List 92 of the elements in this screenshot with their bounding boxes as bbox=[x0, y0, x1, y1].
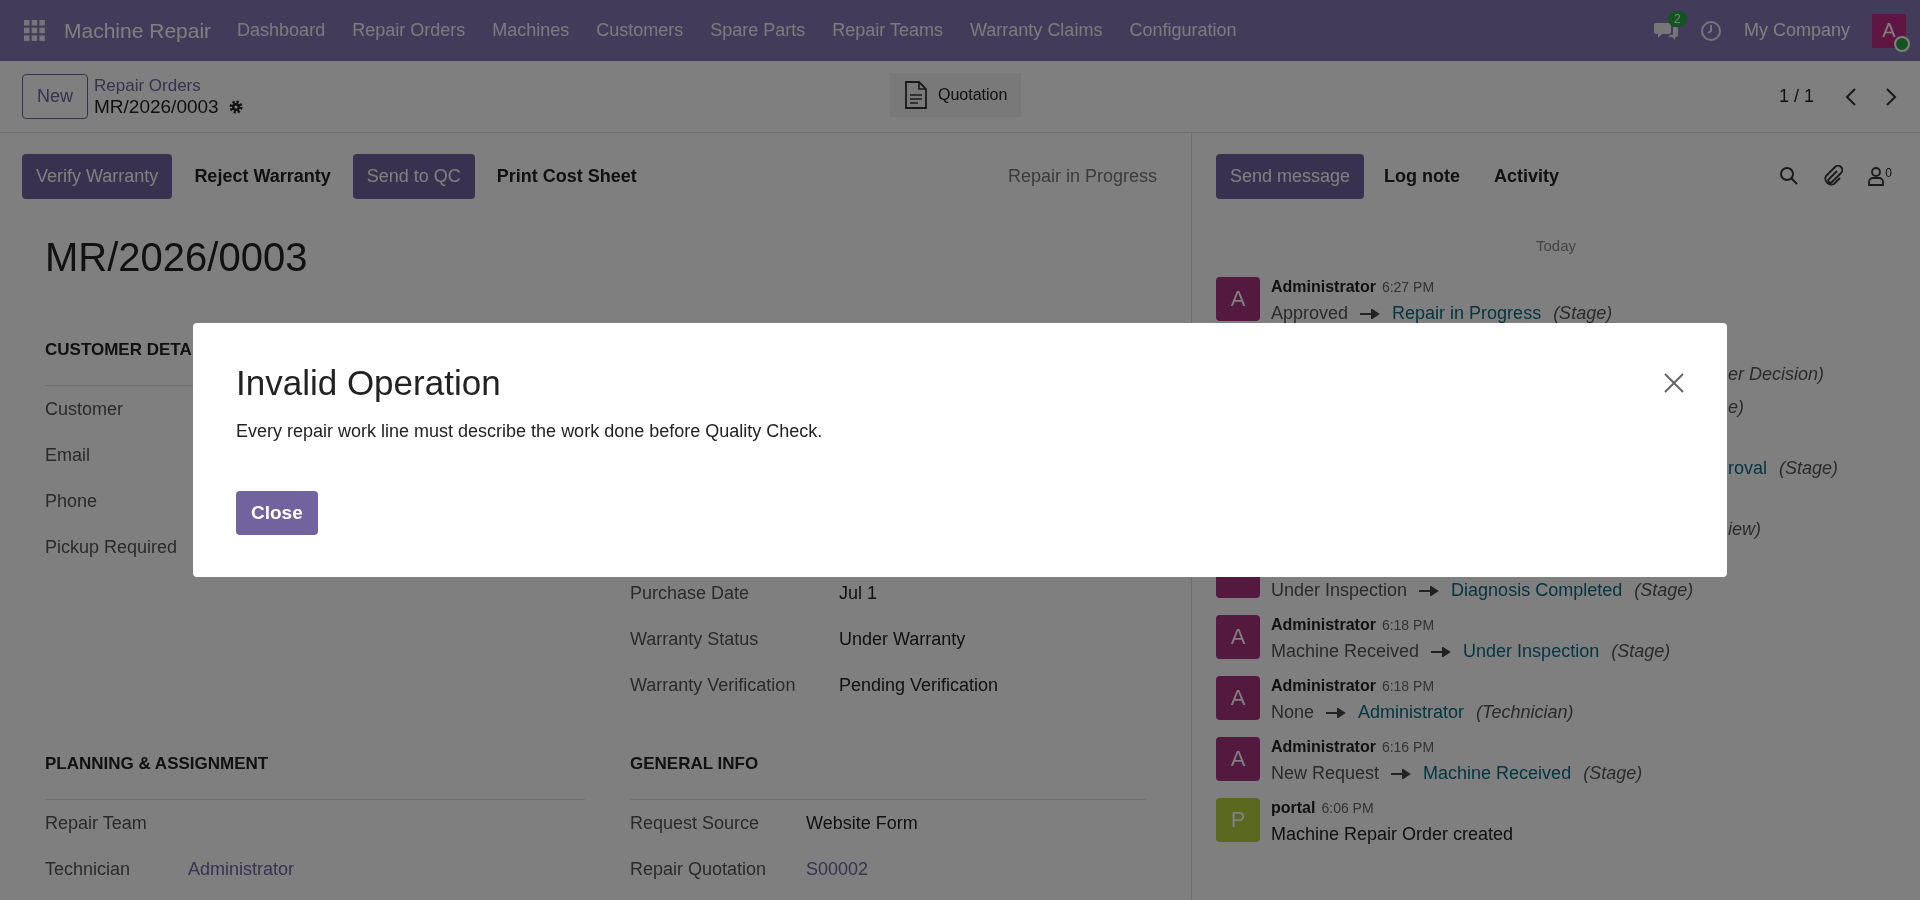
new-value: Repair in Progress bbox=[1392, 303, 1542, 324]
action-button[interactable]: Verify Warranty bbox=[22, 153, 173, 199]
old-value: Under Inspection bbox=[1271, 580, 1408, 601]
field-value[interactable]: S00002 bbox=[806, 858, 869, 880]
author-avatar[interactable]: A bbox=[1216, 277, 1260, 321]
field-label: Phone bbox=[45, 490, 99, 512]
field-label: Purchase Date bbox=[630, 582, 751, 604]
arrow-icon bbox=[1391, 768, 1412, 779]
field-label: Warranty Verification bbox=[630, 674, 797, 696]
message-count-badge: 2 bbox=[1667, 10, 1687, 27]
new-value: roval bbox=[1728, 458, 1767, 479]
field-name: (Stage) bbox=[1583, 763, 1643, 784]
message-time: 6:18 PM bbox=[1381, 617, 1435, 633]
close-icon[interactable] bbox=[1663, 372, 1685, 394]
chatter-button[interactable]: Log note bbox=[1370, 153, 1475, 199]
message-time: 6:16 PM bbox=[1381, 739, 1435, 755]
message-time: 6:06 PM bbox=[1321, 800, 1374, 816]
field-label: Customer bbox=[45, 398, 125, 420]
company-name[interactable]: My Company bbox=[1743, 20, 1850, 41]
chevron-left-icon[interactable] bbox=[1844, 86, 1858, 107]
arrow-icon bbox=[1419, 585, 1440, 596]
new-value: Under Inspection bbox=[1463, 641, 1600, 662]
old-value: Approved bbox=[1271, 303, 1349, 324]
field-label: Pickup Required bbox=[45, 536, 179, 558]
clock-icon[interactable] bbox=[1699, 19, 1722, 42]
field-label: Email bbox=[45, 444, 91, 466]
action-button[interactable]: Reject Warranty bbox=[180, 153, 345, 199]
document-icon bbox=[904, 81, 928, 109]
field-value: Under Warranty bbox=[839, 628, 966, 650]
field-name: er Decision) bbox=[1728, 364, 1825, 385]
apps-grid-icon[interactable] bbox=[24, 19, 46, 42]
new-value: Machine Received bbox=[1423, 763, 1572, 784]
field-value: Website Form bbox=[806, 812, 918, 834]
field-value[interactable]: Administrator bbox=[188, 858, 295, 880]
paperclip-icon[interactable] bbox=[1823, 165, 1844, 187]
author-avatar[interactable]: A bbox=[1216, 615, 1260, 659]
follower-count: 0 bbox=[1885, 166, 1892, 180]
new-value: Diagnosis Completed bbox=[1451, 580, 1623, 601]
message-time: 6:27 PM bbox=[1381, 279, 1435, 295]
chevron-right-icon[interactable] bbox=[1884, 86, 1898, 107]
field-name: e) bbox=[1728, 397, 1744, 418]
field-label: Repair Quotation bbox=[630, 858, 768, 880]
arrow-icon bbox=[1431, 646, 1452, 657]
app-name[interactable]: Machine Repair bbox=[64, 18, 212, 43]
field-label: Request Source bbox=[630, 812, 761, 834]
message-text: Machine Repair Order created bbox=[1271, 824, 1514, 845]
arrow-icon bbox=[1360, 308, 1381, 319]
new-value: Administrator bbox=[1358, 702, 1465, 723]
author-avatar[interactable]: A bbox=[1216, 676, 1260, 720]
arrow-icon bbox=[1326, 707, 1347, 718]
gear-icon[interactable] bbox=[227, 98, 244, 115]
action-button[interactable]: Print Cost Sheet bbox=[482, 153, 651, 199]
field-name: (Technician) bbox=[1476, 702, 1574, 723]
author-name[interactable]: Administrator bbox=[1271, 278, 1376, 296]
old-value: None bbox=[1271, 702, 1315, 723]
dialog-message: Every repair work line must describe the work done before Quality Check. bbox=[236, 421, 824, 442]
field-label: Warranty Status bbox=[630, 628, 760, 650]
search-icon[interactable] bbox=[1779, 166, 1800, 186]
field-name: (Stage) bbox=[1553, 303, 1613, 324]
action-button[interactable]: Send to QC bbox=[352, 153, 475, 199]
old-value: New Request bbox=[1271, 763, 1380, 784]
field-name: (Stage) bbox=[1634, 580, 1694, 601]
author-name[interactable]: Administrator bbox=[1271, 616, 1376, 634]
breadcrumb-link[interactable]: Repair Orders bbox=[94, 75, 244, 96]
author-name[interactable]: Administrator bbox=[1271, 677, 1376, 695]
field-name: iew) bbox=[1728, 519, 1761, 540]
quotation-smart-button[interactable]: Quotation bbox=[890, 73, 1022, 117]
date-separator: Today bbox=[1535, 237, 1577, 254]
chatter-button[interactable]: Activity bbox=[1480, 153, 1574, 199]
message-time: 6:18 PM bbox=[1381, 678, 1435, 694]
old-value: Machine Received bbox=[1271, 641, 1420, 662]
field-label: Technician bbox=[45, 858, 132, 880]
field-value: Jul 1 bbox=[839, 582, 878, 604]
person-icon[interactable] bbox=[1867, 166, 1886, 186]
chatter-button[interactable]: Send message bbox=[1216, 153, 1365, 199]
section-title: GENERAL INFO bbox=[630, 754, 759, 774]
record-title: MR/2026/0003 bbox=[45, 235, 309, 281]
section-title: PLANNING & ASSIGNMENT bbox=[45, 754, 269, 774]
author-name[interactable]: Administrator bbox=[1271, 738, 1376, 756]
field-label: Repair Team bbox=[45, 812, 148, 834]
record-name: MR/2026/0003 bbox=[94, 95, 219, 118]
author-avatar[interactable]: A bbox=[1216, 737, 1260, 781]
field-value: Pending Verification bbox=[839, 674, 999, 696]
section-title: CUSTOMER DETA bbox=[45, 340, 192, 360]
close-button[interactable]: Close bbox=[236, 491, 318, 535]
dialog-title: Invalid Operation bbox=[236, 363, 501, 403]
new-button[interactable]: New bbox=[22, 74, 88, 119]
field-name: (Stage) bbox=[1611, 641, 1671, 662]
pager-counter: 1 / 1 bbox=[1778, 86, 1814, 107]
author-name[interactable]: portal bbox=[1271, 799, 1316, 817]
stage-label[interactable]: Repair in Progress bbox=[1007, 165, 1169, 187]
field-name: (Stage) bbox=[1779, 458, 1839, 479]
